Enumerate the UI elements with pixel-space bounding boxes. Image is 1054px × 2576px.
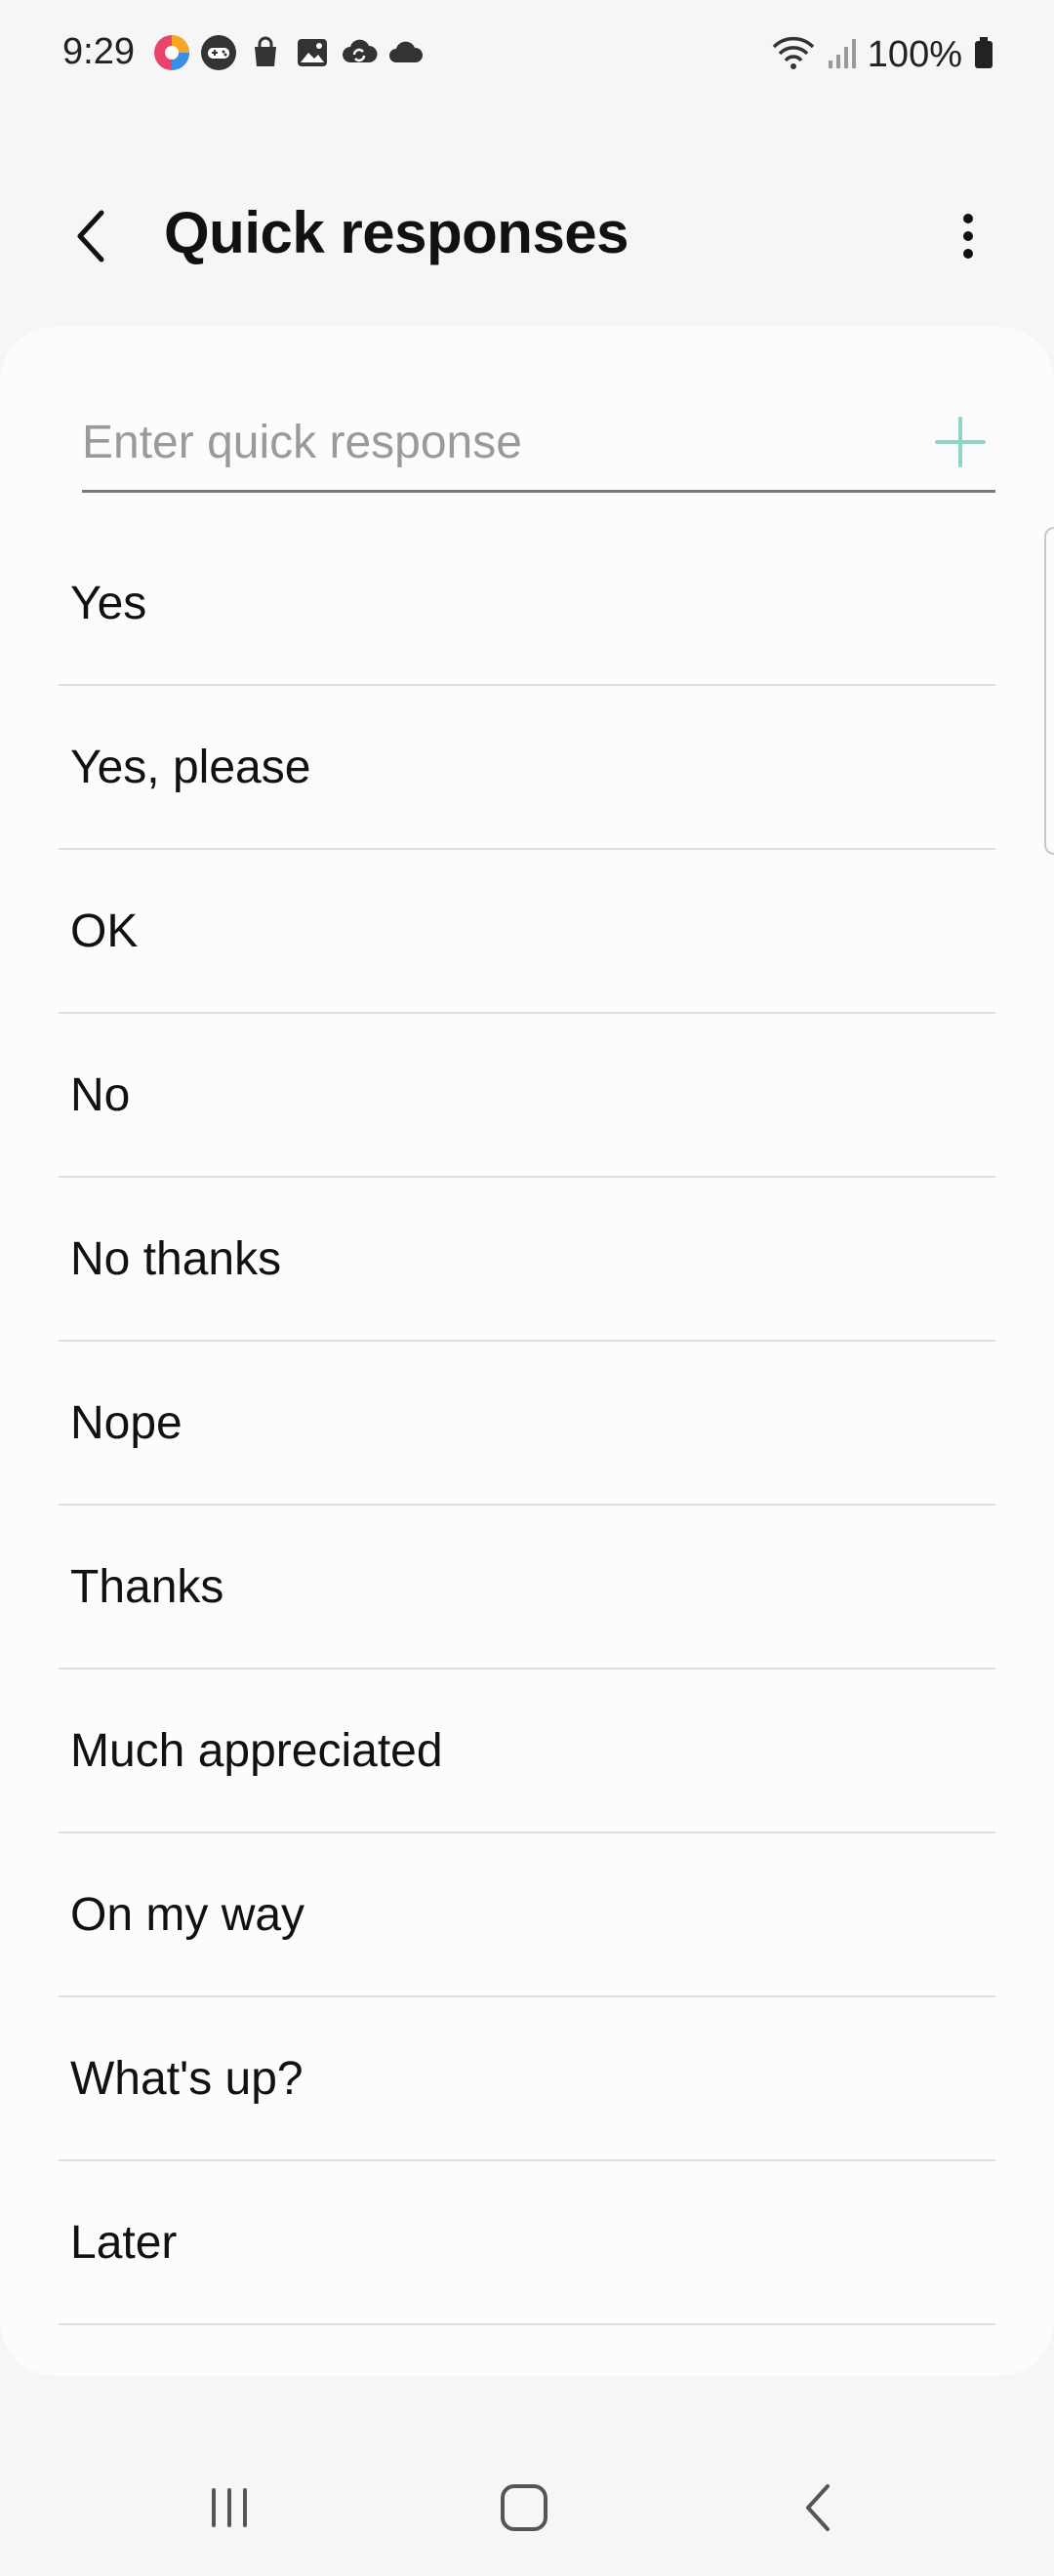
status-indicators: 100% — [770, 33, 995, 77]
quick-response-input[interactable] — [82, 395, 863, 489]
cloud-icon — [386, 33, 426, 72]
list-item-label: Thanks — [70, 1560, 224, 1613]
scrollbar-handle[interactable] — [1044, 527, 1054, 855]
list-item-label: Yes, please — [70, 741, 311, 793]
notification-icons — [152, 33, 426, 72]
shopping-bag-icon — [246, 33, 285, 72]
battery-percent: 100% — [867, 34, 962, 75]
status-bar: 9:29 100% — [0, 0, 1054, 107]
recents-icon — [212, 2488, 247, 2527]
status-time: 9:29 — [62, 31, 135, 72]
list-item-label: OK — [70, 905, 139, 957]
home-button[interactable] — [475, 2469, 573, 2547]
list-item-label: No — [70, 1068, 131, 1121]
wifi-icon — [770, 33, 817, 77]
list-item[interactable]: No thanks — [59, 1178, 995, 1342]
quick-response-input-row — [82, 395, 995, 493]
cloud-sync-icon — [340, 33, 379, 72]
list-item-label: Yes — [70, 577, 147, 629]
list-item-label: On my way — [70, 1888, 305, 1941]
list-item[interactable]: Much appreciated — [59, 1670, 995, 1833]
list-item[interactable]: Yes — [59, 522, 995, 686]
page-title: Quick responses — [164, 200, 629, 265]
quick-response-list: Yes Yes, please OK No No thanks Nope Tha… — [59, 522, 995, 2325]
add-response-button[interactable] — [925, 407, 995, 477]
more-vertical-icon — [963, 214, 973, 259]
navigation-bar — [0, 2439, 1054, 2576]
colorful-app-icon — [152, 33, 191, 72]
chevron-left-icon — [77, 210, 104, 262]
nav-back-icon — [806, 2484, 830, 2531]
app-bar: Quick responses — [0, 176, 1054, 293]
nav-back-button[interactable] — [771, 2469, 869, 2547]
list-item[interactable]: No — [59, 1014, 995, 1178]
recents-button[interactable] — [181, 2469, 278, 2547]
list-item[interactable]: OK — [59, 850, 995, 1014]
plus-icon — [935, 417, 986, 467]
back-button[interactable] — [59, 201, 129, 271]
list-item[interactable]: Thanks — [59, 1506, 995, 1670]
list-item[interactable]: Nope — [59, 1342, 995, 1506]
signal-icon — [827, 33, 858, 77]
list-item-label: No thanks — [70, 1232, 282, 1285]
list-item-label: Much appreciated — [70, 1724, 443, 1777]
game-controller-icon — [199, 33, 238, 72]
list-item-label: What's up? — [70, 2052, 304, 2105]
quick-responses-card: Yes Yes, please OK No No thanks Nope Tha… — [0, 327, 1054, 2376]
gallery-icon — [293, 33, 332, 72]
list-item[interactable]: Yes, please — [59, 686, 995, 850]
list-item[interactable]: On my way — [59, 1833, 995, 1997]
list-item[interactable]: Later — [59, 2161, 995, 2325]
list-item[interactable]: What's up? — [59, 1997, 995, 2161]
more-options-button[interactable] — [933, 201, 1003, 271]
battery-icon — [972, 33, 995, 77]
home-icon — [501, 2484, 547, 2531]
list-item-label: Nope — [70, 1396, 182, 1449]
list-item-label: Later — [70, 2216, 178, 2269]
